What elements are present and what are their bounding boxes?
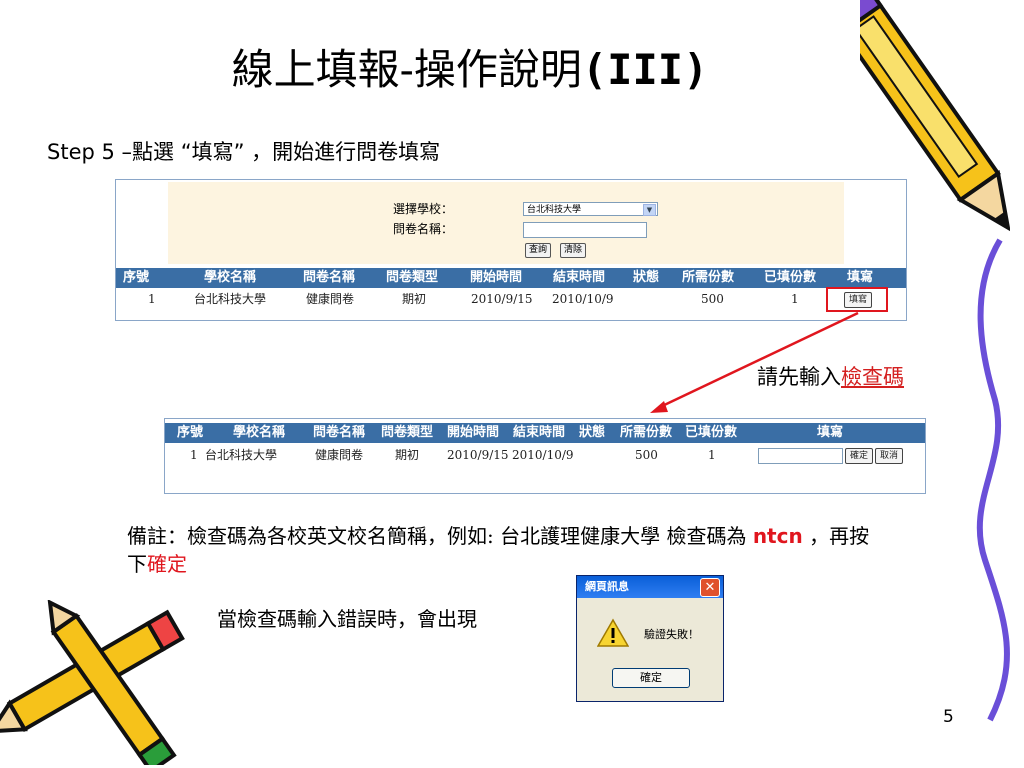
survey-name-label: 問卷名稱： bbox=[393, 222, 454, 236]
header-end: 結束時間 bbox=[553, 270, 606, 285]
code-table-header: 序號 學校名稱 問卷名稱 問卷類型 開始時間 結束時間 狀態 所需份數 已填份數… bbox=[165, 423, 925, 443]
note-text: 備註：檢查碼為各校英文校名簡稱，例如: 台北護理健康大學 檢查碼為 ntcn ，… bbox=[127, 524, 870, 576]
slide-title: 線上填報-操作說明(III) bbox=[231, 45, 709, 94]
header-survey: 問卷名稱 bbox=[303, 270, 356, 285]
page-number: 5 bbox=[943, 707, 954, 727]
check-code-example: ntcn bbox=[752, 524, 803, 548]
header-index: 序號 bbox=[123, 270, 150, 285]
decorative-squiggle bbox=[976, 238, 1010, 722]
header-type: 問卷類型 bbox=[386, 270, 439, 285]
survey-name-input[interactable] bbox=[523, 222, 647, 238]
survey-search-panel: 選擇學校： 台北科技大學 ▼ 問卷名稱： 查詢 清除 序號 學校名稱 問卷名稱 … bbox=[115, 179, 907, 321]
cancel-button[interactable]: 取消 bbox=[875, 448, 904, 464]
step-instruction: Step 5 –點選 “填寫” ，開始進行問卷填寫 bbox=[47, 140, 441, 164]
dialog-message: 驗證失敗！ bbox=[644, 628, 699, 641]
check-code-link: 檢查碼 bbox=[841, 365, 904, 389]
results-table-header: 序號 學校名稱 問卷名稱 問卷類型 開始時間 結束時間 狀態 所需份數 已填份數… bbox=[116, 268, 906, 288]
search-form: 選擇學校： 台北科技大學 ▼ 問卷名稱： 查詢 清除 bbox=[168, 182, 844, 264]
query-button[interactable]: 查詢 bbox=[525, 243, 552, 258]
check-code-input[interactable] bbox=[758, 448, 843, 464]
header-school: 學校名稱 bbox=[204, 270, 257, 285]
header-required: 所需份數 bbox=[682, 270, 735, 285]
ok-button[interactable]: 確定 bbox=[612, 668, 690, 688]
table-row: 1 台北科技大學 健康問卷 期初 2010/9/15 2010/10/9 500… bbox=[116, 289, 906, 309]
highlight-box bbox=[826, 287, 888, 312]
close-icon[interactable]: ✕ bbox=[700, 578, 720, 597]
header-start: 開始時間 bbox=[470, 270, 523, 285]
header-filled: 已填份數 bbox=[764, 270, 817, 285]
chevron-down-icon[interactable]: ▼ bbox=[643, 204, 656, 216]
clear-button[interactable]: 清除 bbox=[560, 243, 587, 258]
header-fill: 填寫 bbox=[847, 270, 874, 285]
warning-icon bbox=[597, 618, 629, 647]
code-hint: 請先輸入檢查碼 bbox=[757, 365, 904, 389]
confirm-button[interactable]: 確定 bbox=[845, 448, 874, 464]
header-status: 狀態 bbox=[633, 270, 660, 285]
table-row: 1 台北科技大學 健康問卷 期初 2010/9/15 2010/10/9 500… bbox=[165, 445, 925, 465]
school-label: 選擇學校： bbox=[393, 202, 454, 216]
error-description: 當檢查碼輸入錯誤時，會出現 bbox=[217, 607, 477, 631]
school-select[interactable]: 台北科技大學 ▼ bbox=[523, 202, 658, 216]
error-dialog: 網頁訊息 ✕ 驗證失敗！ 確定 bbox=[576, 575, 724, 702]
check-code-panel: 序號 學校名稱 問卷名稱 問卷類型 開始時間 結束時間 狀態 所需份數 已填份數… bbox=[164, 418, 926, 494]
pencils-illustration-bottom bbox=[0, 600, 185, 765]
confirm-highlight: 確定 bbox=[147, 552, 187, 576]
